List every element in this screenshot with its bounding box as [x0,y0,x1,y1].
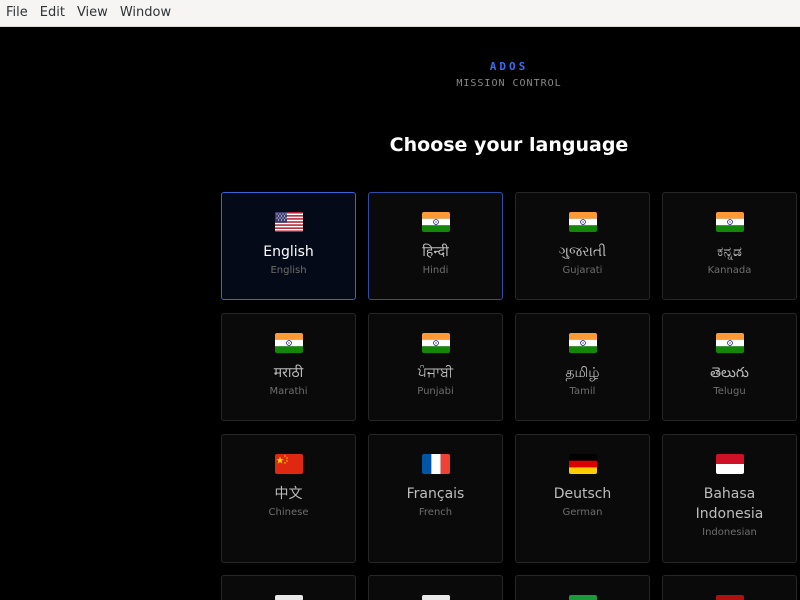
india-flag-icon [274,333,303,353]
language-english-name: Indonesian [702,527,757,538]
language-native-name: Deutsch [553,486,612,502]
language-card-row4-2[interactable] [368,575,503,600]
language-card-row4-4[interactable] [662,575,797,600]
language-native-name: Bahasa Indonesia [695,486,764,522]
indonesia-flag-icon [715,454,744,474]
language-english-name: Telugu [713,386,746,397]
language-card-kannada[interactable]: ಕನ್ನಡ Kannada [662,192,797,300]
language-english-name: English [270,265,307,276]
language-english-name: Punjabi [417,386,454,397]
language-english-name: French [418,507,453,518]
brand-name: ADOS [489,60,529,73]
brand-subtitle: MISSION CONTROL [456,78,562,89]
page-title: Choose your language [389,134,629,156]
language-native-name: ગુજરાતી [558,244,607,260]
language-card-gujarati[interactable]: ગુજરાતી Gujarati [515,192,650,300]
language-native-name: 中文 [274,486,303,502]
flag-icon [568,595,597,600]
menu-view[interactable]: View [71,0,114,26]
language-card-marathi[interactable]: मराठी Marathi [221,313,356,421]
language-card-indonesian[interactable]: Bahasa Indonesia Indonesian [662,434,797,563]
language-native-name: English [263,244,314,260]
india-flag-icon [715,333,744,353]
language-native-name: ਪੰਜਾਬੀ [417,365,454,381]
language-card-row4-1[interactable] [221,575,356,600]
language-card-french[interactable]: Français French [368,434,503,563]
language-native-name: ಕನ್ನಡ [717,244,742,260]
flag-icon [421,595,450,600]
language-english-name: Chinese [268,507,309,518]
language-card-tamil[interactable]: தமிழ் Tamil [515,313,650,421]
language-native-name: मराठी [273,365,304,381]
language-english-name: German [562,507,603,518]
india-flag-icon [715,212,744,232]
language-english-name: Tamil [569,386,596,397]
language-card-english[interactable]: English English [221,192,356,300]
language-english-name: Gujarati [562,265,603,276]
flag-icon [715,595,744,600]
menu-file[interactable]: File [0,0,34,26]
language-native-name: தமிழ் [565,365,600,381]
language-card-row4-3[interactable] [515,575,650,600]
germany-flag-icon [568,454,597,474]
menu-bar: File Edit View Window [0,0,800,27]
language-native-name: తెలుగు [710,365,749,381]
app-window: ADOS MISSION CONTROL Choose your languag… [0,27,800,600]
france-flag-icon [421,454,450,474]
language-card-hindi[interactable]: हिन्दी Hindi [368,192,503,300]
india-flag-icon [421,212,450,232]
india-flag-icon [568,212,597,232]
language-english-name: Marathi [269,386,308,397]
language-card-punjabi[interactable]: ਪੰਜਾਬੀ Punjabi [368,313,503,421]
menu-edit[interactable]: Edit [34,0,71,26]
brand-header: ADOS MISSION CONTROL [409,60,609,90]
india-flag-icon [568,333,597,353]
flag-icon [274,595,303,600]
language-card-german[interactable]: Deutsch German [515,434,650,563]
language-card-telugu[interactable]: తెలుగు Telugu [662,313,797,421]
us-flag-icon [274,212,303,232]
language-english-name: Hindi [422,265,449,276]
language-card-chinese[interactable]: 中文 Chinese [221,434,356,563]
india-flag-icon [421,333,450,353]
menu-window[interactable]: Window [114,0,177,26]
language-native-name: Français [406,486,465,502]
language-english-name: Kannada [707,265,752,276]
language-native-name: हिन्दी [422,244,449,260]
china-flag-icon [274,454,303,474]
